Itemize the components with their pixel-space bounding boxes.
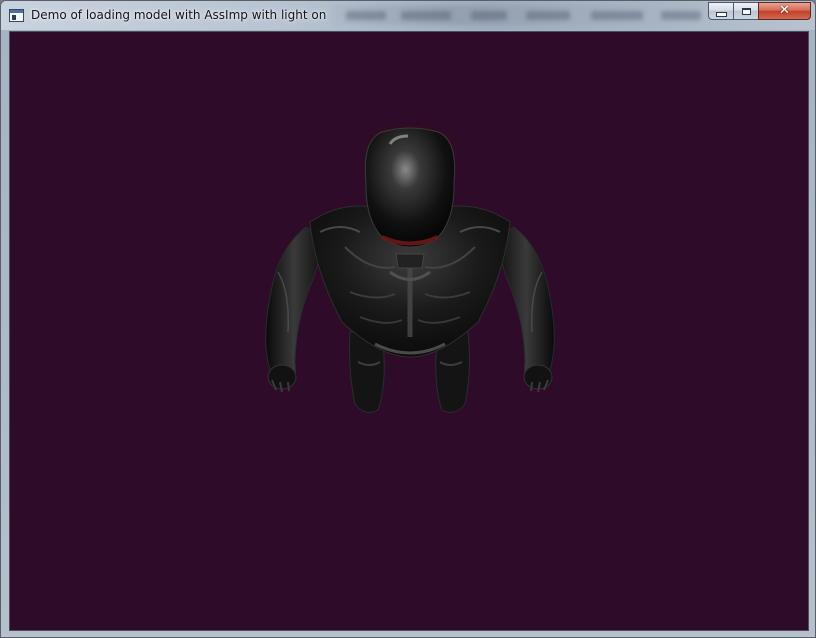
model-render [265,122,555,413]
window-title: Demo of loading model with AssImp with l… [31,8,327,22]
blurred-text [661,11,701,20]
render-viewport[interactable] [9,31,809,631]
title-bar[interactable]: Demo of loading model with AssImp with l… [1,1,815,30]
blurred-text [401,11,451,20]
blurred-text [346,11,386,20]
blurred-text [526,11,570,20]
close-button[interactable]: ✕ [758,2,811,20]
blurred-background-region [331,5,701,25]
app-window-icon[interactable] [9,9,24,22]
blurred-text [591,11,643,20]
minimize-icon [715,11,727,17]
maximize-button[interactable] [733,2,759,20]
window-controls: ✕ [708,2,811,21]
minimize-button[interactable] [708,2,734,20]
application-window: Demo of loading model with AssImp with l… [0,0,816,638]
maximize-icon [741,7,751,15]
close-icon: ✕ [779,3,790,18]
blurred-text [471,11,507,20]
